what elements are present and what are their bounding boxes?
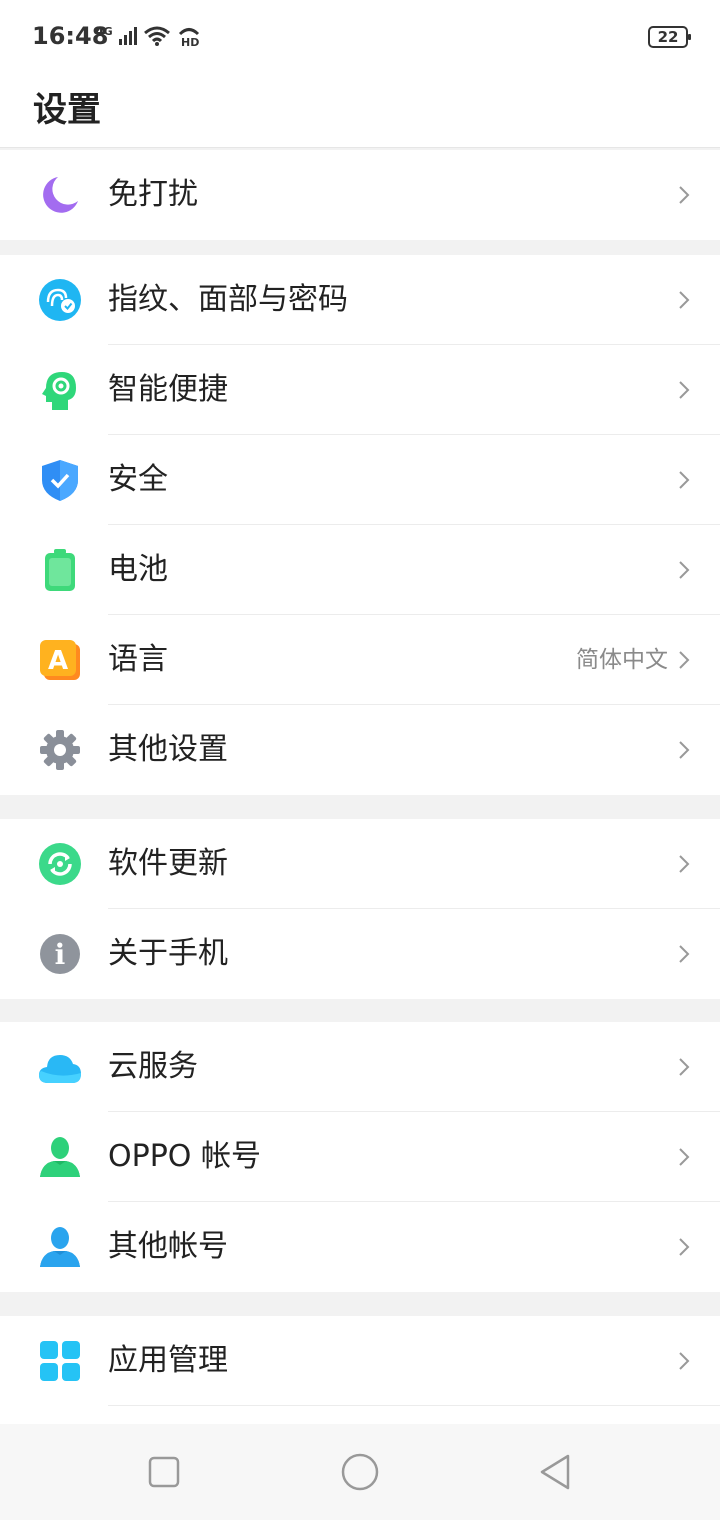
info-icon: i	[40, 934, 80, 974]
chevron-right-icon	[679, 381, 690, 399]
settings-item-label: 语言	[108, 642, 168, 677]
chevron-right-icon	[679, 1058, 690, 1076]
update-icon	[39, 843, 81, 885]
other-accounts-icon	[40, 1227, 80, 1267]
settings-group-dnd: 免打扰	[0, 150, 720, 240]
chevron-right-icon	[679, 651, 690, 669]
back-button[interactable]	[534, 1450, 578, 1494]
chevron-right-icon	[679, 291, 690, 309]
settings-item-label: 安全	[108, 462, 168, 497]
signal-icon	[118, 27, 137, 45]
battery-icon	[45, 549, 75, 591]
settings-group-system: 指纹、面部与密码 智能便捷 安全 电池 A 语言 简体中文 其他设置	[0, 255, 720, 795]
settings-item-software-update[interactable]: 软件更新	[0, 819, 720, 909]
settings-item-label: 软件更新	[108, 846, 228, 881]
wifi-icon	[143, 26, 170, 46]
network-type-label: 4G	[96, 24, 113, 38]
divider	[108, 1405, 720, 1406]
settings-item-battery[interactable]: 电池	[0, 525, 720, 615]
page-title: 设置	[33, 90, 101, 130]
settings-item-about-phone[interactable]: i 关于手机	[0, 909, 720, 999]
chevron-right-icon	[679, 1238, 690, 1256]
svg-text:HD: HD	[181, 36, 199, 48]
settings-item-label: 其他帐号	[108, 1229, 228, 1264]
shield-icon	[42, 460, 78, 501]
moon-icon	[43, 177, 78, 213]
chevron-right-icon	[679, 1352, 690, 1370]
hd-call-icon: HD	[178, 28, 199, 48]
settings-item-app-management[interactable]: 应用管理	[0, 1316, 720, 1406]
settings-item-cloud-service[interactable]: 云服务	[0, 1022, 720, 1112]
battery-level: 22	[657, 28, 679, 46]
cloud-icon	[39, 1055, 81, 1083]
settings-item-fingerprint-face-password[interactable]: 指纹、面部与密码	[0, 255, 720, 345]
settings-item-do-not-disturb[interactable]: 免打扰	[0, 150, 720, 240]
settings-item-label: 应用管理	[108, 1343, 228, 1378]
oppo-account-icon	[40, 1137, 80, 1177]
settings-item-smart-convenience[interactable]: 智能便捷	[0, 345, 720, 435]
settings-item-label: 免打扰	[108, 177, 198, 212]
chevron-right-icon	[679, 855, 690, 873]
navigation-bar	[0, 1424, 720, 1520]
settings-item-language[interactable]: A 语言 简体中文	[0, 615, 720, 705]
chevron-right-icon	[679, 561, 690, 579]
chevron-right-icon	[679, 1148, 690, 1166]
gear-icon	[40, 730, 80, 770]
settings-item-label: 电池	[108, 552, 168, 587]
settings-item-label: 指纹、面部与密码	[108, 282, 348, 317]
status-bar: 16:48 4G HD 22	[0, 0, 720, 72]
language-value: 简体中文	[576, 647, 668, 673]
smart-head-icon	[42, 372, 76, 410]
fingerprint-face-icon	[39, 279, 81, 321]
chevron-right-icon	[679, 741, 690, 759]
language-icon-letter: A	[48, 646, 68, 676]
status-icons: 4G HD	[96, 22, 201, 50]
settings-group-device: 软件更新 i 关于手机	[0, 819, 720, 999]
settings-item-label: 云服务	[108, 1049, 198, 1084]
chevron-right-icon	[679, 186, 690, 204]
chevron-right-icon	[679, 945, 690, 963]
battery-indicator: 22	[648, 26, 691, 48]
recent-apps-button[interactable]	[142, 1450, 186, 1494]
settings-item-other-accounts[interactable]: 其他帐号	[0, 1202, 720, 1292]
settings-item-label: OPPO 帐号	[108, 1139, 261, 1174]
settings-item-other-settings[interactable]: 其他设置	[0, 705, 720, 795]
app-management-icon	[40, 1341, 80, 1381]
page-header: 设置	[0, 72, 720, 148]
settings-item-oppo-account[interactable]: OPPO 帐号	[0, 1112, 720, 1202]
info-icon-letter: i	[55, 938, 66, 971]
settings-item-label: 关于手机	[108, 936, 228, 971]
settings-group-accounts: 云服务 OPPO 帐号 其他帐号	[0, 1022, 720, 1292]
settings-item-label: 其他设置	[108, 732, 228, 767]
language-icon: A	[40, 640, 80, 680]
home-button[interactable]	[338, 1450, 382, 1494]
settings-item-label: 智能便捷	[108, 372, 228, 407]
settings-group-apps: 应用管理	[0, 1316, 720, 1424]
settings-item-security[interactable]: 安全	[0, 435, 720, 525]
chevron-right-icon	[679, 471, 690, 489]
